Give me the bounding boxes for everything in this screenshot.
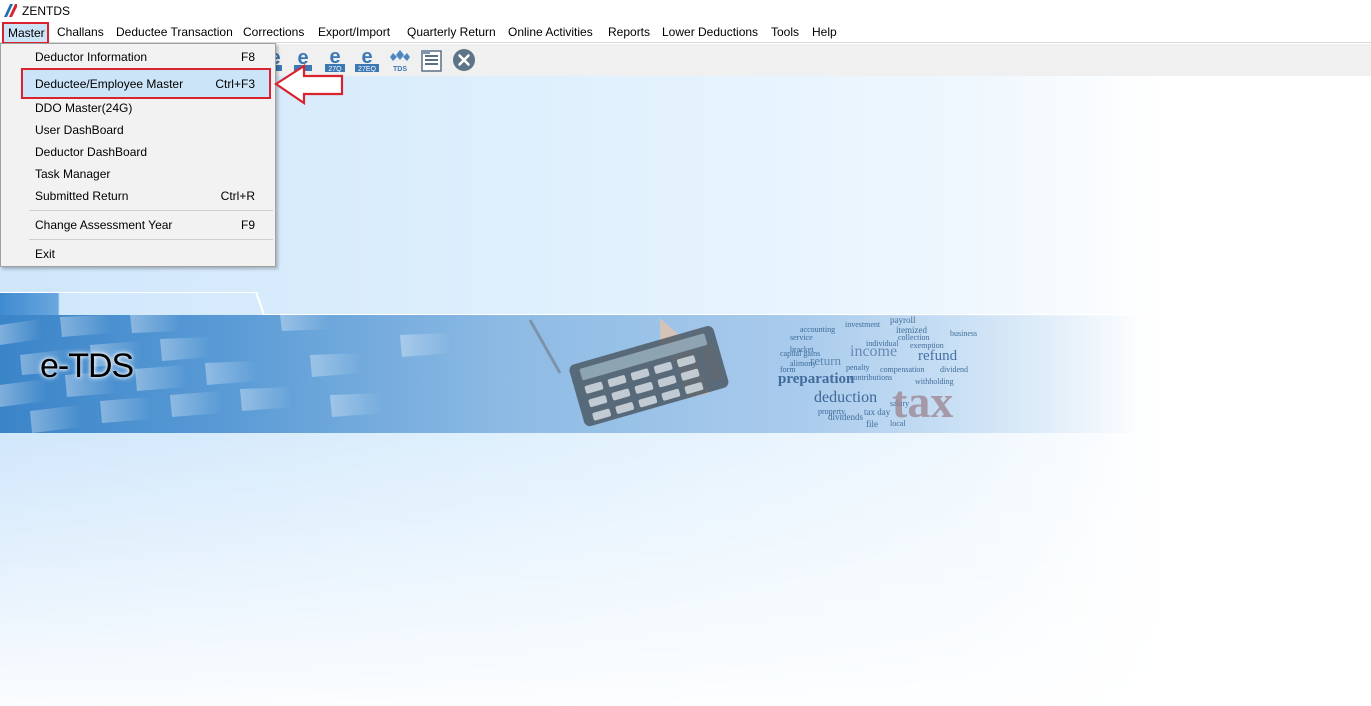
- word-cloud-word: tax day: [864, 407, 891, 417]
- word-cloud-word: contributions: [850, 373, 893, 382]
- menu-item-label: Deductor Information: [35, 50, 148, 64]
- word-cloud-word: form: [780, 365, 796, 374]
- menu-item-shortcut: F8: [240, 50, 255, 64]
- word-cloud-word: exemption: [910, 341, 944, 350]
- menu-challans[interactable]: Challans: [57, 25, 104, 39]
- word-cloud-word: investment: [845, 320, 881, 329]
- menu-item-ddo-master[interactable]: DDO Master(24G): [1, 97, 275, 119]
- tax-word-cloud: payroll investment itemized accounting s…: [770, 315, 1030, 433]
- app-title: ZENTDS: [22, 4, 70, 18]
- menu-reports[interactable]: Reports: [608, 25, 650, 39]
- zentds-logo-icon: [4, 4, 17, 17]
- menu-item-shortcut: F9: [240, 218, 255, 232]
- word-cloud-word: penalty: [846, 363, 870, 372]
- master-dropdown-menu: Deductor Information F8 Deductee/Employe…: [0, 43, 276, 267]
- menu-item-label: Deductor DashBoard: [35, 145, 148, 159]
- menu-lower-deductions[interactable]: Lower Deductions: [662, 25, 758, 39]
- menu-item-exit[interactable]: Exit: [1, 243, 275, 265]
- menu-tools[interactable]: Tools: [771, 25, 799, 39]
- word-cloud-word: collection: [898, 333, 930, 342]
- menu-item-submitted-return[interactable]: Submitted Return Ctrl+R: [1, 185, 275, 207]
- menu-corrections[interactable]: Corrections: [243, 25, 304, 39]
- menu-item-change-assessment-year[interactable]: Change Assessment Year F9: [1, 214, 275, 236]
- word-cloud-word: capital gains: [780, 349, 821, 358]
- menu-online-activities[interactable]: Online Activities: [508, 25, 593, 39]
- menu-item-label: Deductee/Employee Master: [35, 77, 184, 91]
- word-cloud-word: service: [790, 333, 813, 342]
- menu-item-label: User DashBoard: [35, 123, 124, 137]
- menu-item-deductor-dashboard[interactable]: Deductor DashBoard: [1, 141, 275, 163]
- menu-item-label: Task Manager: [35, 167, 111, 181]
- menu-master[interactable]: Master: [2, 22, 49, 44]
- svg-text:TDS: TDS: [393, 66, 407, 73]
- word-cloud-word: payroll: [890, 315, 916, 325]
- menu-item-label: Exit: [35, 247, 56, 261]
- word-cloud-word: income: [850, 343, 898, 360]
- menu-separator: [29, 239, 273, 240]
- word-cloud-word: refund: [918, 348, 958, 364]
- word-cloud-word: property: [818, 407, 846, 416]
- word-cloud-word: deduction: [814, 389, 878, 406]
- menu-separator: [29, 210, 273, 211]
- word-cloud-word: business: [950, 329, 978, 338]
- close-icon[interactable]: [451, 47, 477, 73]
- word-cloud-word: dividend: [940, 365, 968, 374]
- menu-deductee-transaction[interactable]: Deductee Transaction: [116, 25, 233, 39]
- menu-quarterly-return[interactable]: Quarterly Return: [407, 25, 496, 39]
- menu-item-user-dashboard[interactable]: User DashBoard: [1, 119, 275, 141]
- document-icon[interactable]: [419, 47, 445, 73]
- banner-title: e-TDS: [40, 347, 134, 385]
- menu-item-label: Submitted Return: [35, 189, 129, 203]
- menu-bar: Master Challans Deductee Transaction Cor…: [0, 22, 1371, 44]
- menu-export-import[interactable]: Export/Import: [318, 25, 390, 39]
- menu-item-shortcut: Ctrl+F3: [215, 77, 255, 91]
- menu-item-label: Change Assessment Year: [35, 218, 173, 232]
- banner-tab-shape: [0, 292, 1140, 316]
- e-27eq-icon[interactable]: e 27EQ: [354, 47, 380, 73]
- svg-text:27EQ: 27EQ: [358, 66, 376, 73]
- title-bar: ZENTDS: [0, 0, 1371, 22]
- callout-arrow-icon: [274, 64, 344, 106]
- word-cloud-word: tax: [892, 376, 954, 427]
- menu-help[interactable]: Help: [812, 25, 837, 39]
- menu-item-shortcut: Ctrl+R: [220, 189, 255, 203]
- word-cloud-word: file: [866, 419, 878, 429]
- tds-icon[interactable]: TDS: [387, 47, 413, 73]
- calculator-hand-image: [528, 318, 729, 427]
- menu-item-label: DDO Master(24G): [35, 101, 133, 115]
- menu-master-label: Master: [8, 26, 45, 40]
- menu-item-task-manager[interactable]: Task Manager: [1, 163, 275, 185]
- menu-item-deductor-information[interactable]: Deductor Information F8: [1, 46, 275, 68]
- menu-item-deductee-employee-master[interactable]: Deductee/Employee Master Ctrl+F3: [21, 68, 271, 99]
